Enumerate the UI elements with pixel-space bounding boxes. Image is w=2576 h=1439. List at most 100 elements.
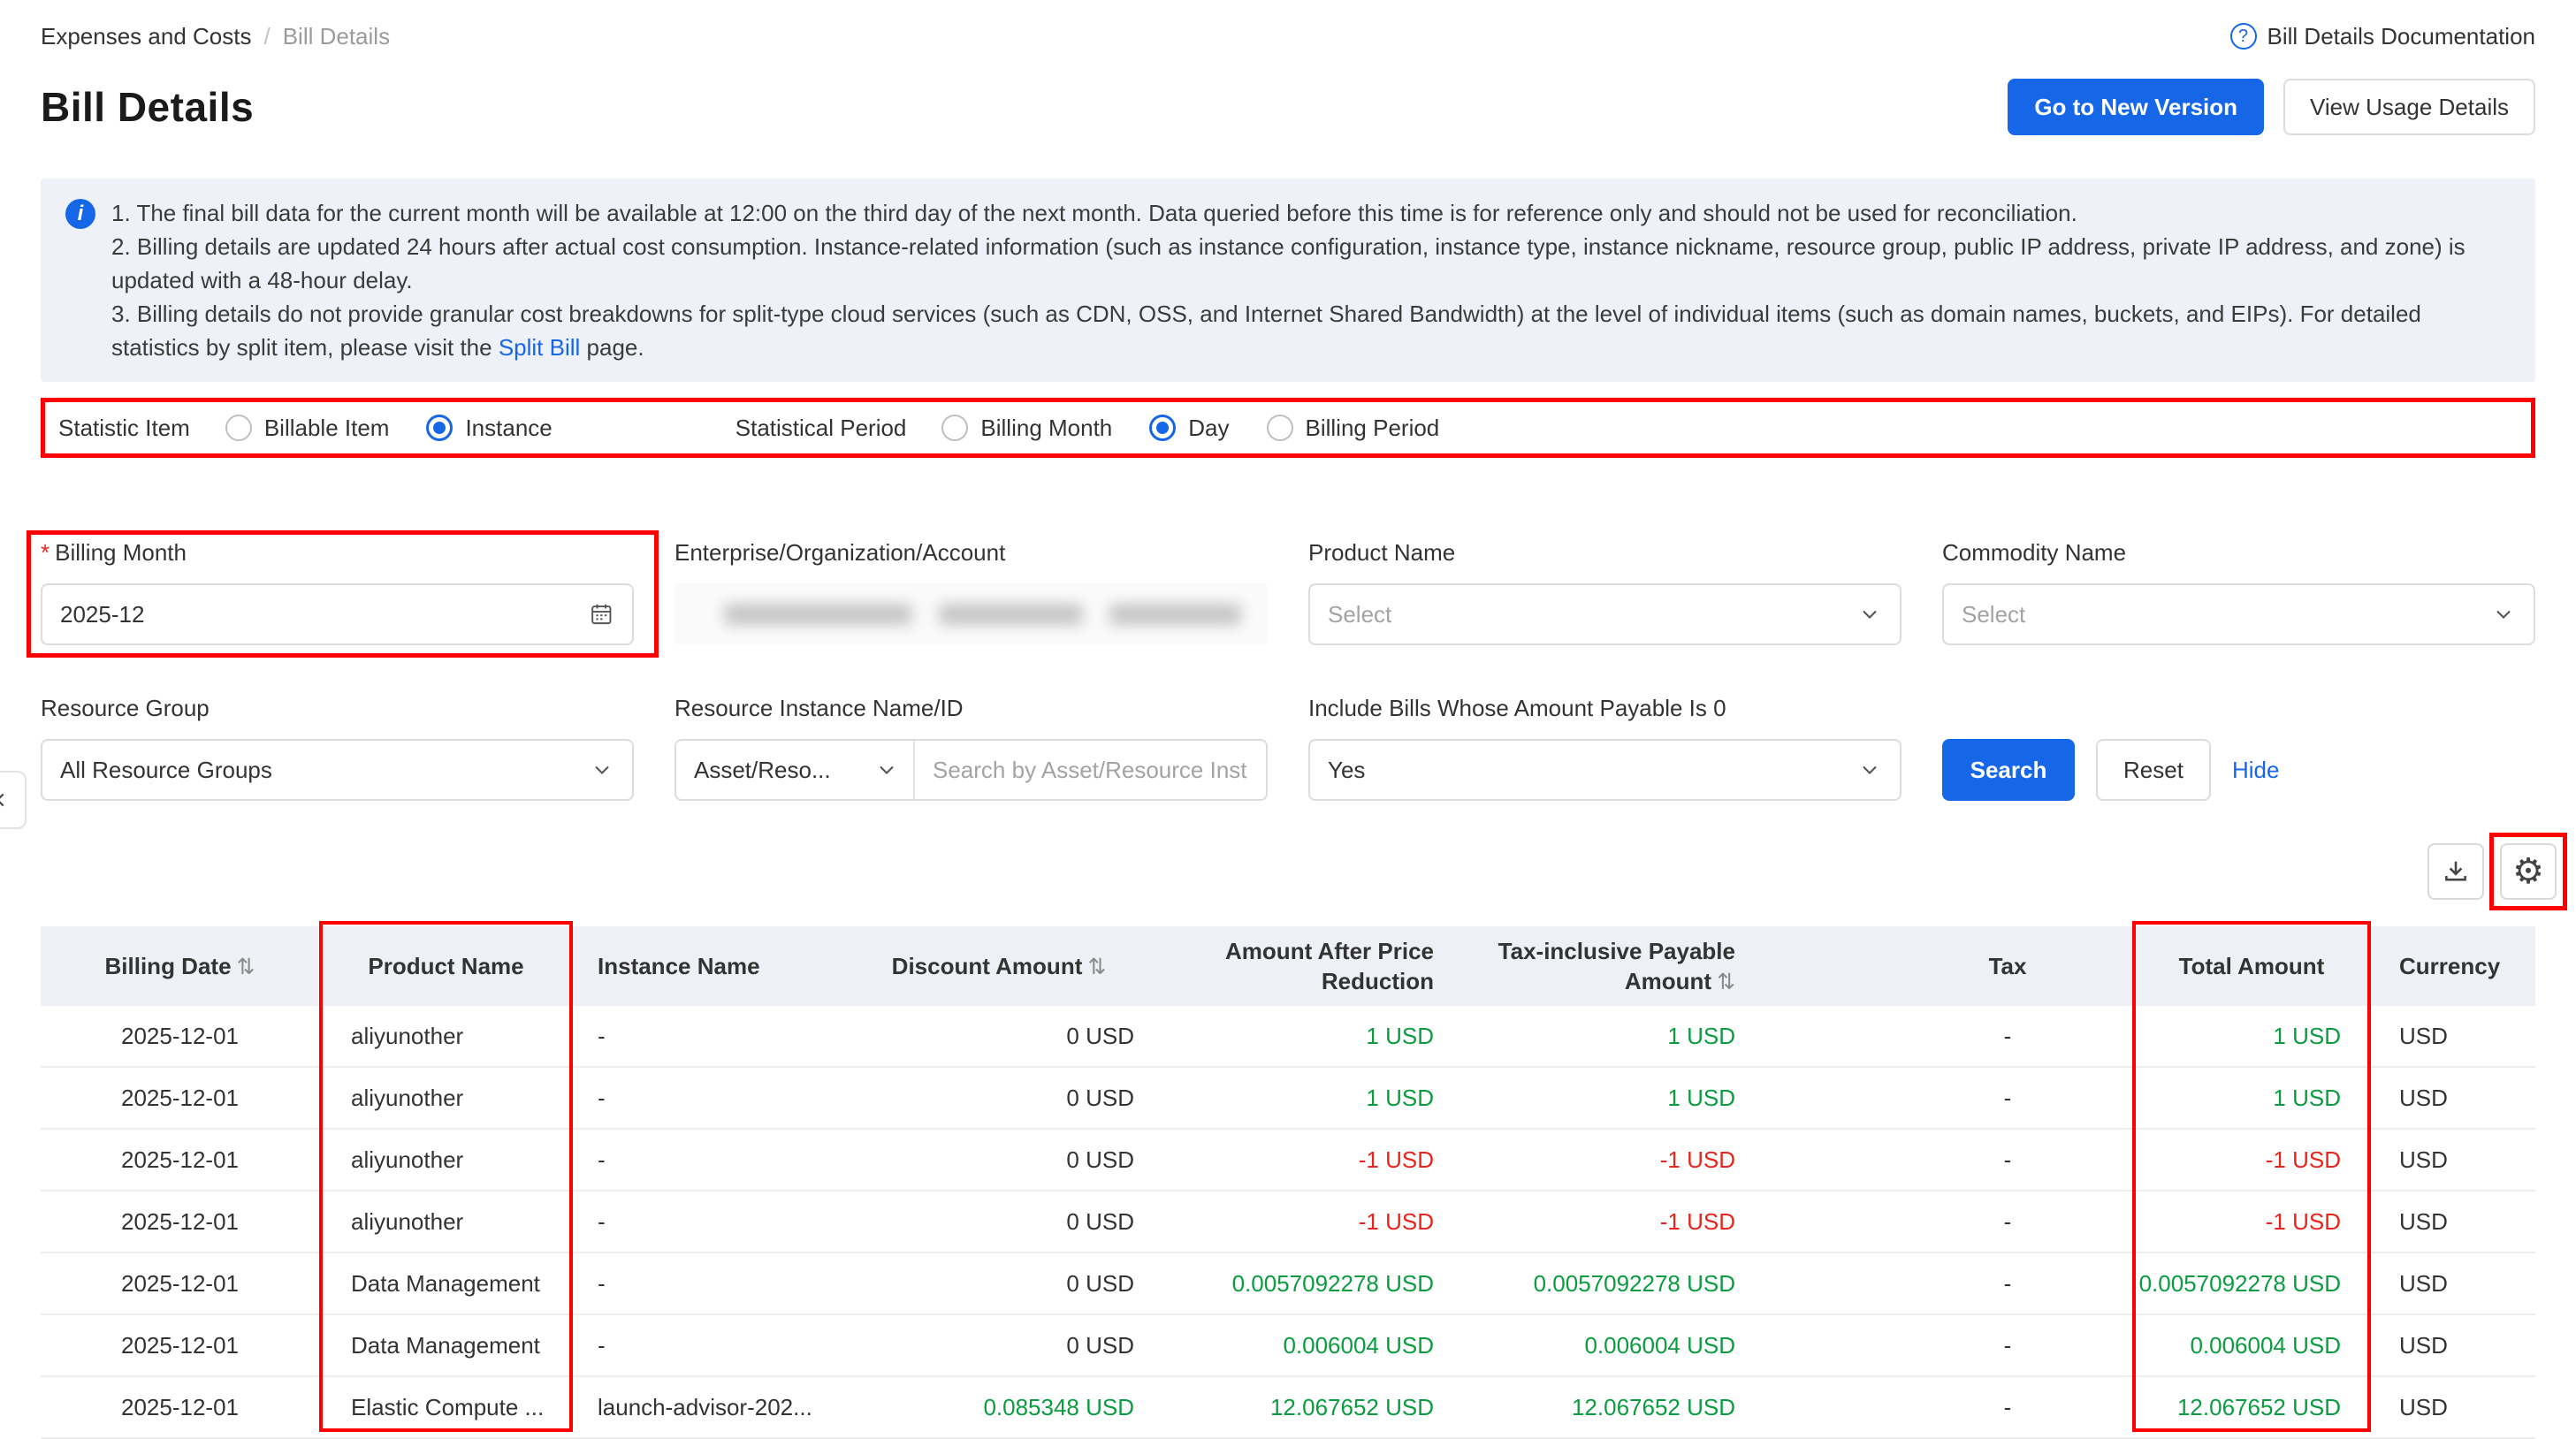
filters-row-1: *Billing Month Enterprise/Organization/A… [41,539,2535,645]
radio-billing-month[interactable] [941,415,968,441]
cell-discount-amount: 0 USD [840,1207,1158,1237]
cell-discount-amount: 0 USD [840,1145,1158,1175]
cell-instance-name: - [573,1083,840,1113]
table-row[interactable]: 2025-12-01 aliyunother - 0 USD 1 USD 1 U… [41,1006,2535,1068]
documentation-link-label: Bill Details Documentation [2267,23,2535,50]
cell-currency: USD [2371,1330,2535,1360]
hide-link[interactable]: Hide [2232,739,2279,801]
notice-line-3-tail: page. [580,334,644,361]
cell-tax: - [1759,1392,2132,1422]
notice-text: 1. The final bill data for the current m… [111,196,2511,364]
table-row[interactable]: 2025-12-01 aliyunother - 0 USD -1 USD -1… [41,1192,2535,1253]
cell-total-amount: 1 USD [2132,1021,2371,1051]
commodity-name-select[interactable]: Select [1942,583,2535,645]
cell-currency: USD [2371,1021,2535,1051]
cell-product-name: aliyunother [319,1021,573,1051]
cell-product-name: Data Management [319,1268,573,1298]
cell-billing-date: 2025-12-01 [41,1207,319,1237]
radio-day[interactable] [1149,415,1176,441]
radio-instance-label: Instance [465,415,552,442]
radio-option-billing-period[interactable]: Billing Period [1267,415,1440,442]
radio-option-day[interactable]: Day [1149,415,1229,442]
bill-table: Billing Date⇅ Product Name Instance Name… [41,926,2535,1439]
radio-billable-item[interactable] [225,415,252,441]
include-zero-label: Include Bills Whose Amount Payable Is 0 [1308,695,1902,723]
table-row[interactable]: 2025-12-01 Data Management - 0 USD 0.006… [41,1315,2535,1377]
cell-total-amount: 0.006004 USD [2132,1330,2371,1360]
question-circle-icon: ? [2230,23,2257,49]
cell-tax: - [1759,1207,2132,1237]
cell-currency: USD [2371,1207,2535,1237]
cell-discount-amount: 0 USD [840,1083,1158,1113]
include-zero-select[interactable]: Yes [1308,739,1902,801]
include-zero-value: Yes [1328,757,1857,784]
notice-line-3: 3. Billing details do not provide granul… [111,297,2511,364]
breadcrumb-expenses-and-costs[interactable]: Expenses and Costs [41,23,251,50]
radio-instance[interactable] [426,415,453,441]
billing-month-input[interactable] [60,585,589,643]
search-button[interactable]: Search [1942,739,2075,801]
gear-icon: ⚙ [2512,854,2544,889]
info-notice: i 1. The final bill data for the current… [41,179,2535,382]
resource-instance-type-value: Asset/Reso... [694,757,874,784]
cell-product-name: aliyunother [319,1145,573,1175]
col-discount-amount[interactable]: Discount Amount⇅ [840,951,1158,982]
billing-month-picker[interactable] [41,583,634,645]
resource-instance-field: Resource Instance Name/ID Asset/Reso... [674,695,1268,801]
col-tax-inclusive-payable-amount[interactable]: Tax-inclusive Payable Amount⇅ [1454,936,1759,997]
radio-option-billing-month[interactable]: Billing Month [941,415,1112,442]
redacted-blob [724,604,912,625]
include-zero-field: Include Bills Whose Amount Payable Is 0 … [1308,695,1902,801]
settings-button[interactable]: ⚙ [2500,843,2557,900]
account-value-redacted [674,583,1268,645]
reset-button[interactable]: Reset [2096,739,2211,801]
cell-tax: - [1759,1083,2132,1113]
go-to-new-version-button[interactable]: Go to New Version [2008,79,2264,135]
download-button[interactable] [2427,843,2484,900]
sort-icon[interactable]: ⇅ [1717,970,1735,994]
cell-currency: USD [2371,1392,2535,1422]
col-currency: Currency [2371,951,2535,981]
table-row[interactable]: 2025-12-01 Data Management - 0 USD 0.005… [41,1253,2535,1315]
cell-instance-name: - [573,1207,840,1237]
cell-tax: - [1759,1021,2132,1051]
radio-option-billable-item[interactable]: Billable Item [225,415,390,442]
documentation-link[interactable]: ? Bill Details Documentation [2230,23,2535,50]
statistic-item-label: Statistic Item [58,415,190,442]
breadcrumb-bill-details: Bill Details [283,23,390,50]
statistical-period-label: Statistical Period [735,415,907,442]
cell-billing-date: 2025-12-01 [41,1392,319,1422]
col-billing-date[interactable]: Billing Date⇅ [41,951,319,982]
product-name-label: Product Name [1308,539,1902,567]
resource-instance-label: Resource Instance Name/ID [674,695,1268,723]
resource-instance-type-select[interactable]: Asset/Reso... [676,741,915,799]
cell-discount-amount: 0.085348 USD [840,1392,1158,1422]
sort-icon[interactable]: ⇅ [237,955,255,979]
radio-option-instance[interactable]: Instance [426,415,552,442]
radio-billing-period[interactable] [1267,415,1293,441]
cell-instance-name: - [573,1268,840,1298]
resource-group-value: All Resource Groups [60,757,590,784]
required-asterisk: * [41,539,50,566]
resource-group-select[interactable]: All Resource Groups [41,739,634,801]
col-amount-after-price-reduction: Amount After Price Reduction [1158,936,1454,996]
table-row[interactable]: 2025-12-01 aliyunother - 0 USD -1 USD -1… [41,1130,2535,1192]
split-bill-link[interactable]: Split Bill [499,334,580,361]
cell-billing-date: 2025-12-01 [41,1021,319,1051]
title-row: Bill Details Go to New Version View Usag… [41,74,2535,140]
bill-details-page: Expenses and Costs / Bill Details ? Bill… [0,0,2576,1439]
sidebar-collapse-handle[interactable] [0,771,27,829]
sort-icon[interactable]: ⇅ [1087,955,1106,979]
commodity-name-placeholder: Select [1962,601,2491,628]
cell-billing-date: 2025-12-01 [41,1330,319,1360]
resource-instance-search-input[interactable] [933,741,1248,799]
cell-amount-after-price-reduction: 1 USD [1158,1083,1454,1113]
cell-discount-amount: 0 USD [840,1268,1158,1298]
table-row[interactable]: 2025-12-01 aliyunother - 0 USD 1 USD 1 U… [41,1068,2535,1130]
table-row[interactable]: 2025-12-01 Elastic Compute ... launch-ad… [41,1377,2535,1439]
page-title: Bill Details [41,83,254,131]
cell-tax-inclusive-payable-amount: 12.067652 USD [1454,1392,1759,1422]
view-usage-details-button[interactable]: View Usage Details [2283,79,2535,135]
product-name-select[interactable]: Select [1308,583,1902,645]
cell-tax-inclusive-payable-amount: 0.006004 USD [1454,1330,1759,1360]
